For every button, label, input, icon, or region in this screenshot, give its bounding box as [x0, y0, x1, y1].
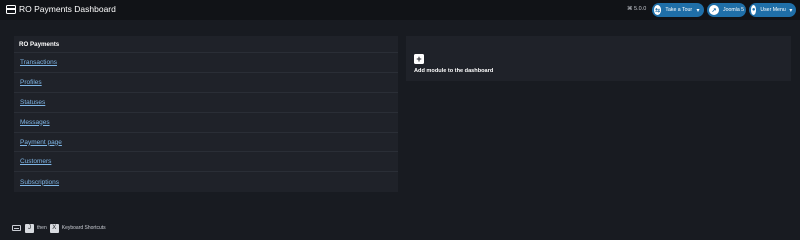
user-menu-button[interactable]: ● User Menu ▾ — [749, 3, 796, 17]
key-x: X — [49, 223, 59, 233]
user-menu-label: User Menu — [760, 7, 786, 13]
plus-icon[interactable]: + — [414, 54, 424, 64]
link-profiles[interactable]: Profiles — [20, 79, 42, 86]
top-header: RO Payments Dashboard ⌘ 5.0.0 ⇆ Take a T… — [0, 0, 800, 20]
list-item: Customers — [14, 152, 398, 173]
list-item: Subscriptions — [14, 172, 398, 192]
signpost-icon: ⇆ — [654, 5, 662, 15]
version-label: ⌘ 5.0.0 — [627, 6, 647, 12]
link-subscriptions[interactable]: Subscriptions — [20, 179, 59, 186]
list-item: Messages — [14, 113, 398, 133]
list-item: Payment page — [14, 133, 398, 153]
link-messages[interactable]: Messages — [20, 119, 50, 126]
take-a-tour-label: Take a Tour — [665, 7, 693, 13]
keyboard-shortcuts-label: Keyboard Shortcuts — [61, 225, 106, 231]
key-j: J — [25, 223, 34, 233]
joomla-site-button[interactable]: ↗ Joomla 5 — [707, 3, 746, 17]
link-statuses[interactable]: Statuses — [20, 99, 45, 106]
then-label: then — [37, 225, 47, 231]
list-item: Statuses — [14, 93, 398, 113]
module-title: RO Payments — [14, 36, 398, 53]
user-icon: ● — [751, 5, 757, 15]
page-title: RO Payments Dashboard — [19, 4, 116, 14]
add-module-card[interactable]: + Add module to the dashboard — [406, 36, 791, 81]
keyboard-icon — [12, 225, 21, 231]
link-transactions[interactable]: Transactions — [20, 59, 57, 66]
chevron-down-icon: ▾ — [696, 7, 700, 14]
keyboard-shortcuts-hint: J then X Keyboard Shortcuts — [12, 223, 109, 233]
list-item: Transactions — [14, 53, 398, 73]
link-customers[interactable]: Customers — [20, 158, 51, 165]
take-a-tour-button[interactable]: ⇆ Take a Tour ▾ — [652, 3, 704, 17]
ro-payments-module: RO Payments Transactions Profiles Status… — [14, 36, 398, 192]
joomla-site-label: Joomla 5 — [723, 7, 745, 13]
external-link-icon: ↗ — [709, 5, 719, 15]
chevron-down-icon: ▾ — [789, 7, 793, 14]
logo-icon — [6, 5, 16, 14]
list-item: Profiles — [14, 73, 398, 93]
link-payment-page[interactable]: Payment page — [20, 139, 62, 146]
add-module-label[interactable]: Add module to the dashboard — [414, 68, 493, 74]
